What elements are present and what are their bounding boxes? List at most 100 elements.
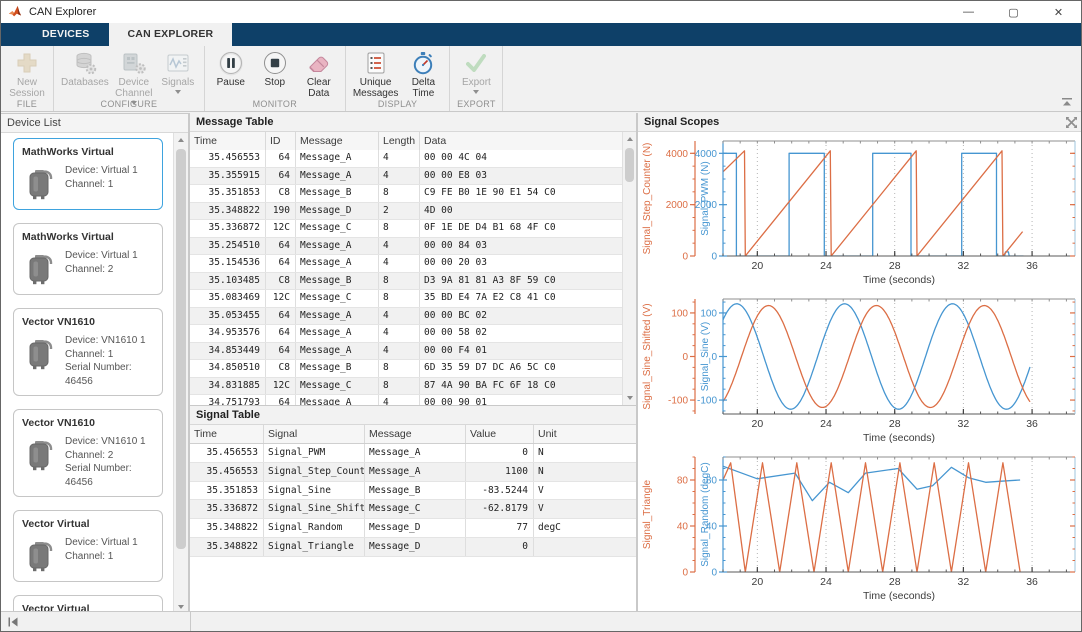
device-name: Vector VN1610 [22, 417, 154, 429]
column-header-time[interactable]: Time [190, 425, 264, 443]
column-header-length[interactable]: Length [379, 132, 420, 150]
cell-length: 4 [379, 150, 420, 167]
minimize-button[interactable]: — [946, 1, 991, 23]
cell-data: 00 00 20 03 [420, 255, 623, 272]
cell-data: 6D 35 59 D7 DC A6 5C C0 [420, 360, 623, 377]
signals-icon [165, 50, 191, 76]
export-button[interactable]: Export [454, 50, 498, 100]
table-row[interactable]: 35.35591564Message_A400 00 E8 03 [190, 168, 623, 186]
svg-text:24: 24 [820, 576, 832, 588]
svg-text:20: 20 [751, 260, 763, 272]
table-row[interactable]: 35.33687212CMessage_C80F 1E DE D4 B1 68 … [190, 220, 623, 238]
table-row[interactable]: 35.456553Signal_Step_CounterMessage_A110… [190, 463, 636, 482]
cell-message: Message_A [296, 308, 379, 325]
cell-unit: N [534, 463, 636, 481]
device-card-mathworks-virtual-0[interactable]: MathWorks VirtualDevice: Virtual 1Channe… [13, 138, 163, 210]
scroll-up-icon[interactable] [623, 132, 636, 146]
table-row[interactable]: 34.95357664Message_A400 00 58 02 [190, 325, 623, 343]
table-row[interactable]: 34.83188512CMessage_C887 4A 90 BA FC 6F … [190, 378, 623, 396]
message-table-scrollbar[interactable] [622, 132, 636, 405]
pause-button[interactable]: Pause [209, 50, 253, 100]
column-header-signal[interactable]: Signal [264, 425, 365, 443]
cell-message: Message_A [296, 255, 379, 272]
expand-icon[interactable] [1065, 116, 1078, 129]
device-list-panel: Device List MathWorks VirtualDevice: Vir… [1, 113, 188, 614]
device-card-vector-virtual-4[interactable]: Vector VirtualDevice: Virtual 1Channel: … [13, 510, 163, 582]
button-label: Stop [265, 77, 286, 88]
device-icon [26, 536, 56, 574]
tab-devices[interactable]: DEVICES [23, 23, 109, 46]
column-header-message[interactable]: Message [296, 132, 379, 150]
scope-chart-sine: -100-100001001002024283236Time (seconds)… [638, 290, 1082, 448]
unique-messages-button[interactable]: UniqueMessages [350, 50, 402, 100]
tab-can-explorer[interactable]: CAN EXPLORER [109, 23, 233, 46]
device-details: Device: VN1610 1Channel: 1Serial Number:… [65, 332, 154, 388]
table-row[interactable]: 35.15453664Message_A400 00 20 03 [190, 255, 623, 273]
cell-time: 35.456553 [190, 150, 266, 167]
device-list-scrollbar[interactable] [173, 133, 188, 614]
cell-message: Message_A [365, 444, 466, 462]
table-row[interactable]: 35.25451064Message_A400 00 84 03 [190, 238, 623, 256]
table-row[interactable]: 35.351853Signal_SineMessage_B-83.5244V [190, 482, 636, 501]
table-row[interactable]: 35.351853C8Message_B8C9 FE B0 1E 90 E1 5… [190, 185, 623, 203]
scrollbar-thumb[interactable] [176, 149, 186, 549]
close-button[interactable]: ✕ [1036, 1, 1081, 23]
column-header-unit[interactable]: Unit [534, 425, 636, 443]
device-channel-button[interactable]: DeviceChannel [112, 50, 156, 100]
column-header-data[interactable]: Data [420, 132, 623, 150]
table-row[interactable]: 34.75179364Message_A400 00 90 01 [190, 395, 623, 405]
table-row[interactable]: 35.348822190Message_D24D 00 [190, 203, 623, 221]
cell-signal: Signal_Triangle [264, 538, 365, 556]
collapse-ribbon-icon[interactable] [1061, 97, 1073, 107]
cell-message: Message_C [296, 220, 379, 237]
cell-time: 35.351853 [190, 185, 266, 202]
ribbon-group-file: NewSessionFILE [1, 46, 54, 111]
table-row[interactable]: 35.456553Signal_PWMMessage_A0N [190, 444, 636, 463]
table-row[interactable]: 35.05345564Message_A400 00 BC 02 [190, 308, 623, 326]
ribbon-groups: NewSessionFILE DatabasesDeviceChannelSign… [1, 46, 503, 111]
cell-id: 12C [266, 378, 296, 395]
signals-button[interactable]: Signals [156, 50, 200, 100]
cell-message: Message_A [296, 343, 379, 360]
table-row[interactable]: 34.85344964Message_A400 00 F4 01 [190, 343, 623, 361]
scroll-up-icon[interactable] [174, 133, 188, 147]
table-row[interactable]: 34.850510C8Message_B86D 35 59 D7 DC A6 5… [190, 360, 623, 378]
column-header-id[interactable]: ID [266, 132, 296, 150]
cell-time: 35.348822 [190, 203, 266, 220]
collapse-panel-icon[interactable] [7, 617, 19, 627]
cell-length: 8 [379, 378, 420, 395]
column-header-value[interactable]: Value [466, 425, 534, 443]
table-row[interactable]: 35.348822Signal_RandomMessage_D77degC [190, 519, 636, 538]
column-header-message[interactable]: Message [365, 425, 466, 443]
table-row[interactable]: 35.336872Signal_Sine_ShiftedMessage_C-62… [190, 500, 636, 519]
table-row[interactable]: 35.45655364Message_A400 00 4C 04 [190, 150, 623, 168]
device-card-vector-vn1610-3[interactable]: Vector VN1610Device: VN1610 1Channel: 2S… [13, 409, 163, 497]
delta-time-button[interactable]: DeltaTime [401, 50, 445, 100]
maximize-button[interactable]: ▢ [991, 1, 1036, 23]
clear-data-button[interactable]: ClearData [297, 50, 341, 100]
button-label: Export [462, 77, 491, 94]
stop-button[interactable]: Stop [253, 50, 297, 100]
cell-time: 35.348822 [190, 538, 264, 556]
cell-id: C8 [266, 360, 296, 377]
button-label: Databases [61, 77, 109, 88]
table-row[interactable]: 35.348822Signal_TriangleMessage_D0 [190, 538, 636, 557]
cell-data: 00 00 E8 03 [420, 168, 623, 185]
table-row[interactable]: 35.08346912CMessage_C835 BD E4 7A E2 C8 … [190, 290, 623, 308]
scrollbar-thumb[interactable] [625, 148, 634, 182]
cell-data: 35 BD E4 7A E2 C8 41 C0 [420, 290, 623, 307]
scroll-down-icon[interactable] [623, 391, 636, 405]
device-card-mathworks-virtual-1[interactable]: MathWorks VirtualDevice: Virtual 1Channe… [13, 223, 163, 295]
svg-text:Signal_Sine_Shifted (V): Signal_Sine_Shifted (V) [642, 303, 653, 409]
cell-length: 4 [379, 255, 420, 272]
databases-button[interactable]: Databases [58, 50, 112, 100]
table-row[interactable]: 35.103485C8Message_B8D3 9A 81 81 A3 8F 5… [190, 273, 623, 291]
cell-data: 0F 1E DE D4 B1 68 4F C0 [420, 220, 623, 237]
device-card-vector-vn1610-2[interactable]: Vector VN1610Device: VN1610 1Channel: 1S… [13, 308, 163, 396]
new-session-button[interactable]: NewSession [5, 50, 49, 100]
column-header-time[interactable]: Time [190, 132, 266, 150]
svg-text:28: 28 [889, 260, 901, 272]
cell-unit [534, 538, 636, 556]
cell-message: Message_A [296, 325, 379, 342]
cell-length: 4 [379, 325, 420, 342]
